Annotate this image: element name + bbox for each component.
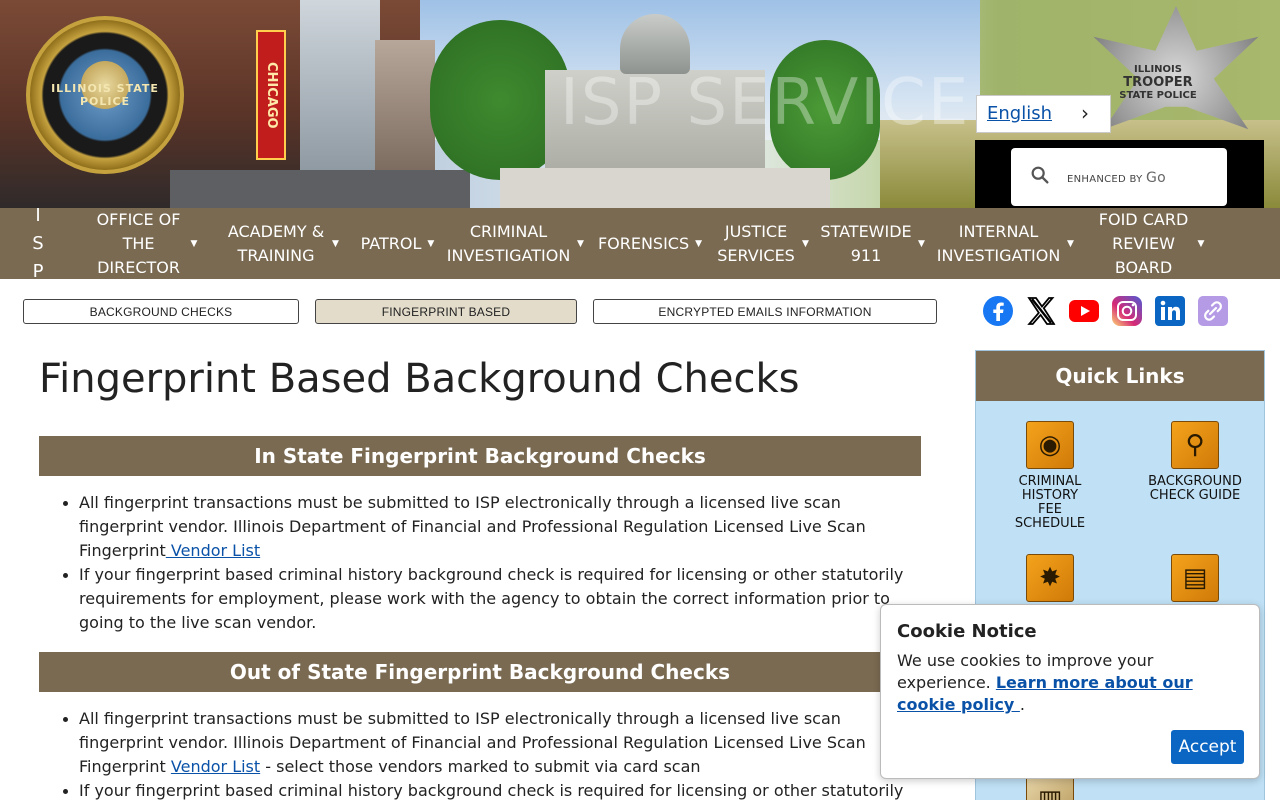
bullet-text: If your fingerprint based criminal histo… [79, 781, 904, 800]
nav-item-label: OFFICE OF THE DIRECTOR [96, 209, 181, 277]
nav-item-academy-training[interactable]: ACADEMY & TRAINING ▼ [210, 208, 355, 279]
language-selector[interactable]: English › [976, 95, 1111, 133]
in-state-heading: In State Fingerprint Background Checks [39, 436, 921, 476]
caret-down-icon: ▼ [332, 238, 339, 249]
nav-item-office-of-the-director[interactable]: OFFICE OF THE DIRECTOR ▼ [80, 208, 210, 279]
document-icon: ▤ [1171, 554, 1219, 602]
list-item: All fingerprint transactions must be sub… [63, 707, 921, 779]
nav-item-isp[interactable]: I S P [0, 205, 80, 282]
nav-item-label: INTERNAL INVESTIGATION [936, 221, 1061, 265]
vendor-list-link[interactable]: Vendor List [166, 541, 260, 560]
nav-item-internal-investigation[interactable]: INTERNAL INVESTIGATION ▼ [930, 208, 1080, 279]
nav-item-forensics[interactable]: FORENSICS ▼ [590, 208, 710, 279]
main-navigation: I S P OFFICE OF THE DIRECTOR ▼ ACADEMY & … [0, 205, 1280, 282]
link-icon[interactable] [1197, 295, 1229, 327]
seal-text: ILLINOIS STATE POLICE [51, 82, 159, 108]
quick-links-title: Quick Links [976, 351, 1264, 401]
quick-link-background-check-guide[interactable]: ⚲ BACKGROUND CHECK GUIDE [1137, 421, 1253, 503]
fingerprint-based-button[interactable]: FINGERPRINT BASED [315, 299, 577, 324]
caret-down-icon: ▼ [577, 238, 584, 249]
nav-item-patrol[interactable]: PATROL ▼ [355, 208, 440, 279]
nav-item-label: CRIMINAL INVESTIGATION [446, 221, 571, 265]
skyscraper [300, 0, 380, 170]
quick-link-document[interactable]: ▤ [1137, 554, 1253, 608]
nav-item-foid-card-review-board[interactable]: FOID CARD REVIEW BOARD ▼ [1080, 208, 1220, 279]
badge-line-1: ILLINOIS [1134, 64, 1182, 75]
quick-link-label: CRIMINAL HISTORY FEE SCHEDULE [1014, 474, 1086, 531]
background-checks-button[interactable]: BACKGROUND CHECKS [23, 299, 299, 324]
enhanced-by-text: ENHANCED BY [1067, 174, 1143, 185]
nav-item-label: FOID CARD REVIEW BOARD [1098, 209, 1189, 277]
chevron-right-icon: › [1081, 101, 1089, 125]
banner-watermark: ISP SERVICE [560, 66, 971, 140]
caret-down-icon: ▼ [918, 238, 925, 249]
magnifier-check-icon: ⚲ [1171, 421, 1219, 469]
search-input[interactable]: ENHANCED BY Go [1011, 148, 1227, 206]
nav-item-criminal-investigation[interactable]: CRIMINAL INVESTIGATION ▼ [440, 208, 590, 279]
out-of-state-heading: Out of State Fingerprint Background Chec… [39, 652, 921, 692]
bullet-text: If your fingerprint based criminal histo… [79, 565, 904, 632]
search-enhanced-label: ENHANCED BY Go [1067, 170, 1166, 186]
sheriff-document-icon: ▥ [1026, 776, 1074, 800]
nav-item-label: PATROL [360, 233, 422, 253]
nav-item-label: JUSTICE SERVICES [717, 221, 795, 265]
youtube-icon[interactable] [1068, 295, 1100, 327]
language-link[interactable]: English [987, 103, 1052, 124]
capitol-steps [500, 168, 830, 208]
cookie-period: . [1019, 695, 1026, 714]
street-image [170, 170, 470, 208]
linkedin-icon[interactable] [1154, 295, 1186, 327]
cookie-notice: Cookie Notice We use cookies to improve … [880, 604, 1260, 779]
search-brand: Go [1146, 170, 1167, 186]
caret-down-icon: ▼ [1067, 238, 1074, 249]
caret-down-icon: ▼ [427, 238, 435, 249]
nav-item-justice-services[interactable]: JUSTICE SERVICES ▼ [710, 208, 815, 279]
accept-button[interactable]: Accept [1171, 730, 1244, 764]
list-item: If your fingerprint based criminal histo… [63, 563, 921, 635]
nav-item-label: I S P [32, 204, 48, 282]
quick-link-criminal-history-fee-schedule[interactable]: ◉ CRIMINAL HISTORY FEE SCHEDULE [992, 421, 1108, 531]
quick-link-label: BACKGROUND CHECK GUIDE [1148, 474, 1242, 503]
isp-seal-logo[interactable]: ILLINOIS STATE POLICE [26, 16, 184, 174]
list-item: If your fingerprint based criminal histo… [63, 779, 921, 800]
search-container: ENHANCED BY Go [975, 140, 1264, 208]
badge-text: ILLINOIS TROOPER STATE POLICE [1108, 64, 1208, 101]
fingerprint-icon: ◉ [1026, 421, 1074, 469]
cookie-text: We use cookies to improve your experienc… [897, 650, 1243, 716]
cookie-title: Cookie Notice [897, 621, 1037, 642]
encrypted-emails-button[interactable]: ENCRYPTED EMAILS INFORMATION [593, 299, 937, 324]
caret-down-icon: ▼ [1197, 238, 1205, 249]
quick-link-cannabis[interactable]: ✸ [992, 554, 1108, 608]
in-state-list: All fingerprint transactions must be sub… [63, 491, 921, 635]
quick-link-sheriff[interactable]: ▥ [992, 776, 1108, 800]
out-of-state-list: All fingerprint transactions must be sub… [63, 707, 921, 800]
badge-line-2: TROOPER [1123, 75, 1193, 90]
nav-item-label: ACADEMY & TRAINING [227, 221, 325, 265]
cannabis-leaf-icon: ✸ [1026, 554, 1074, 602]
caret-down-icon: ▼ [802, 238, 809, 249]
search-icon[interactable] [1029, 164, 1051, 186]
nav-item-statewide-911[interactable]: STATEWIDE 911 ▼ [815, 208, 930, 279]
instagram-icon[interactable] [1111, 295, 1143, 327]
page-title: Fingerprint Based Background Checks [39, 356, 800, 402]
building [375, 40, 435, 170]
chicago-theater-sign: CHICAGO [256, 30, 286, 160]
header-banner: CHICAGO ISP SERVICE ILLINOIS STATE POLIC… [0, 0, 1280, 208]
caret-down-icon: ▼ [190, 238, 198, 249]
nav-item-label: FORENSICS [597, 233, 690, 253]
vendor-list-link[interactable]: Vendor List [171, 757, 260, 776]
caret-down-icon: ▼ [695, 238, 703, 249]
bullet-text: - select those vendors marked to submit … [260, 757, 701, 776]
badge-line-3: STATE POLICE [1119, 90, 1197, 101]
nav-item-label: STATEWIDE 911 [820, 221, 912, 265]
x-icon[interactable] [1025, 295, 1057, 327]
facebook-icon[interactable] [982, 295, 1014, 327]
list-item: All fingerprint transactions must be sub… [63, 491, 921, 563]
